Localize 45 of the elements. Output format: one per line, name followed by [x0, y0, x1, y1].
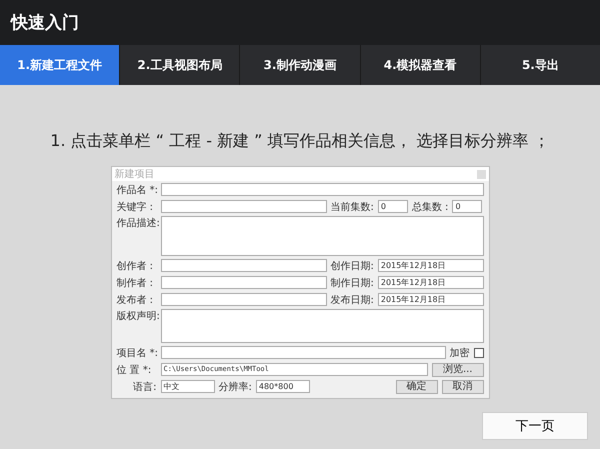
- date-picker[interactable]: 2015年12月18日: [378, 276, 484, 289]
- browse-button[interactable]: 浏览...: [432, 362, 484, 376]
- tab[interactable]: 1.新建工程文件: [0, 45, 120, 85]
- field-label: 分辨率:: [218, 380, 252, 394]
- checkbox-label: 加密: [450, 346, 470, 360]
- field-label: 项目名 *:: [116, 346, 156, 360]
- window-title: 快速入门: [11, 12, 79, 34]
- input-field[interactable]: [160, 259, 326, 272]
- language-dropdown[interactable]: 中文: [160, 380, 214, 393]
- cancel-button[interactable]: 取消: [442, 380, 484, 394]
- input-field[interactable]: [160, 293, 326, 306]
- field-label: 总集数 :: [412, 200, 448, 214]
- input-field[interactable]: [160, 346, 446, 359]
- instruction-text: 1. 点击菜单栏 “ 工程 - 新建 ” 填写作品相关信息， 选择目标分辨率 ；: [50, 131, 550, 152]
- field-label: 作品描述:: [116, 216, 156, 230]
- field-label: 版权声明:: [116, 310, 156, 323]
- field-label: 发布者 :: [116, 294, 154, 306]
- field-label: 创作日期:: [330, 260, 374, 272]
- field-label: 语言:: [132, 380, 156, 394]
- spin-field[interactable]: 0: [378, 200, 408, 213]
- field-label: 发布日期:: [330, 294, 374, 306]
- input-field[interactable]: [160, 276, 326, 289]
- tab[interactable]: 4.模拟器查看: [360, 45, 480, 85]
- text-area[interactable]: [160, 216, 484, 256]
- checkbox[interactable]: [474, 348, 484, 358]
- text-area[interactable]: [160, 309, 484, 343]
- date-picker[interactable]: 2015年12月18日: [378, 259, 484, 272]
- dialog-title: 新建项目: [114, 168, 154, 181]
- field-label: 位 置 *:: [116, 364, 152, 376]
- field-label: 创作者 :: [116, 260, 154, 272]
- resolution-dropdown[interactable]: 480*800: [256, 380, 310, 393]
- next-page-button[interactable]: 下一页: [482, 412, 588, 440]
- ok-button[interactable]: 确定: [396, 380, 438, 394]
- tab[interactable]: 2.工具视图布局: [119, 45, 240, 85]
- field-label: 制作者 :: [116, 276, 154, 290]
- date-picker[interactable]: 2015年12月18日: [378, 293, 484, 306]
- field-label: 当前集数:: [330, 200, 374, 214]
- input-field[interactable]: [160, 183, 484, 196]
- field-label: 作品名 *:: [116, 184, 156, 196]
- tab[interactable]: 3.制作动漫画: [239, 45, 360, 85]
- field-label: 关键字 :: [116, 200, 154, 214]
- spin-field[interactable]: 0: [452, 200, 482, 213]
- tab[interactable]: 5.导出: [480, 45, 600, 85]
- field-label: 制作日期:: [330, 276, 374, 290]
- input-field[interactable]: [160, 200, 326, 213]
